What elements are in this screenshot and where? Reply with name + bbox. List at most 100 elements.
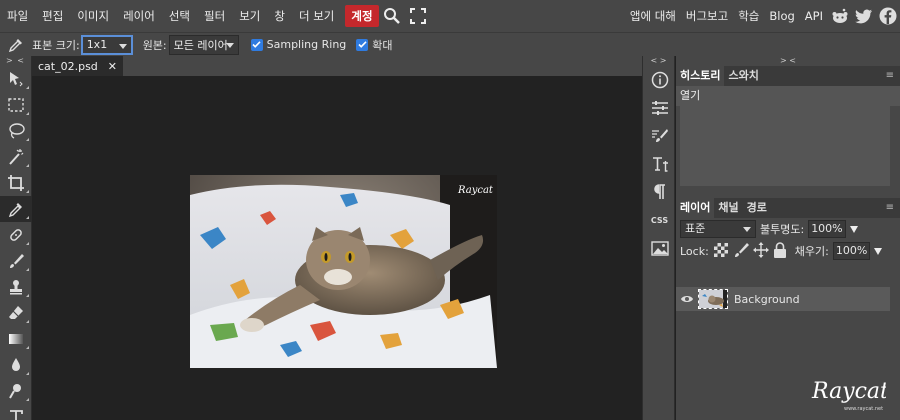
source-value: 모든 레이어 bbox=[173, 38, 228, 52]
tab-layers[interactable]: 레이어 bbox=[676, 198, 715, 218]
blend-mode-select[interactable]: 표준 bbox=[680, 220, 756, 238]
document-tab[interactable]: cat_02.psd ✕ bbox=[32, 56, 124, 76]
panel-menu-icon[interactable]: ≡ bbox=[886, 202, 894, 213]
blend-row: 표준 불투명도: 100% bbox=[676, 218, 900, 240]
history-item[interactable]: 열기 bbox=[676, 86, 900, 106]
fill-dropdown-icon[interactable] bbox=[874, 247, 883, 255]
panel-icon-column: < > CSS bbox=[642, 56, 675, 420]
layer-name: Background bbox=[734, 292, 800, 306]
options-bar: 표본 크기: 1x1 원본: 모든 레이어 Sampling Ring 확대 bbox=[0, 32, 900, 56]
marquee-tool[interactable] bbox=[0, 92, 32, 118]
watermark-sub: www.raycat.net bbox=[844, 406, 883, 412]
canvas-image[interactable]: Raycat bbox=[190, 175, 497, 368]
blog-link[interactable]: Blog bbox=[764, 0, 799, 32]
panel-divider bbox=[676, 186, 900, 198]
collapse-toggle[interactable]: > < bbox=[676, 56, 900, 66]
magic-wand-tool[interactable] bbox=[0, 144, 32, 170]
gradient-tool[interactable] bbox=[0, 326, 32, 352]
lock-all-icon[interactable] bbox=[773, 241, 787, 261]
right-panels: > < 히스토리 스와치 ≡ 열기 레이어 채널 경로 ≡ 표준 불투명도: 1… bbox=[676, 56, 900, 420]
tab-channels[interactable]: 채널 bbox=[714, 198, 742, 218]
fullscreen-icon[interactable] bbox=[405, 0, 431, 32]
dodge-tool[interactable] bbox=[0, 378, 32, 404]
brush-settings-icon[interactable] bbox=[643, 122, 676, 150]
layer-thumbnail bbox=[698, 289, 728, 309]
opacity-dropdown-icon[interactable] bbox=[849, 225, 858, 233]
watermark-text: Raycat bbox=[811, 379, 886, 404]
move-tool[interactable] bbox=[0, 66, 32, 92]
type-tool[interactable] bbox=[0, 404, 32, 420]
sample-size-select[interactable]: 1x1 bbox=[80, 34, 133, 55]
twitter-icon[interactable] bbox=[852, 0, 876, 32]
collapse-toggle[interactable]: > < bbox=[0, 56, 31, 66]
bug-report-link[interactable]: 버그보고 bbox=[681, 0, 733, 32]
close-icon[interactable]: ✕ bbox=[108, 60, 117, 73]
lock-transparency-icon[interactable] bbox=[713, 242, 729, 261]
account-button[interactable]: 계정 bbox=[345, 5, 379, 27]
css-icon[interactable]: CSS bbox=[643, 206, 676, 234]
lock-paint-icon[interactable] bbox=[733, 242, 749, 261]
search-icon[interactable] bbox=[379, 0, 405, 32]
menu-more[interactable]: 더 보기 bbox=[292, 0, 341, 32]
checkmark-icon bbox=[250, 38, 263, 51]
chevron-down-icon bbox=[225, 42, 234, 48]
chevron-down-icon bbox=[743, 227, 751, 232]
document-tabs: cat_02.psd ✕ bbox=[32, 56, 642, 76]
opacity-label: 불투명도: bbox=[760, 223, 805, 236]
menu-image[interactable]: 이미지 bbox=[70, 0, 116, 32]
eraser-tool[interactable] bbox=[0, 300, 32, 326]
api-link[interactable]: API bbox=[800, 0, 828, 32]
tab-paths[interactable]: 경로 bbox=[743, 198, 771, 218]
menu-filter[interactable]: 필터 bbox=[197, 0, 232, 32]
lasso-tool[interactable] bbox=[0, 118, 32, 144]
zoom-checkbox[interactable]: 확대 bbox=[356, 37, 393, 53]
source-select[interactable]: 모든 레이어 bbox=[168, 34, 239, 55]
menu-right: 앱에 대해 버그보고 학습 Blog API bbox=[625, 0, 900, 32]
character-icon[interactable] bbox=[643, 150, 676, 178]
menu-select[interactable]: 선택 bbox=[162, 0, 197, 32]
brush-tool[interactable] bbox=[0, 248, 32, 274]
menu-layer[interactable]: 레이어 bbox=[116, 0, 162, 32]
panel-menu-icon[interactable]: ≡ bbox=[886, 70, 894, 81]
sample-size-label: 표본 크기: bbox=[32, 38, 80, 52]
zoom-label: 확대 bbox=[372, 38, 393, 52]
healing-brush-tool[interactable] bbox=[0, 222, 32, 248]
eyedropper-tool[interactable] bbox=[0, 196, 32, 222]
lock-label: Lock: bbox=[680, 244, 709, 258]
info-icon[interactable] bbox=[643, 66, 676, 94]
adjustments-icon[interactable] bbox=[643, 94, 676, 122]
tab-history[interactable]: 히스토리 bbox=[676, 66, 725, 86]
menu-view[interactable]: 보기 bbox=[232, 0, 267, 32]
history-panel-tabs: 히스토리 스와치 ≡ bbox=[676, 66, 900, 86]
sampling-ring-label: Sampling Ring bbox=[266, 38, 347, 51]
tool-bar: > < bbox=[0, 56, 32, 420]
learn-link[interactable]: 학습 bbox=[733, 0, 764, 32]
facebook-icon[interactable] bbox=[876, 0, 900, 32]
menu-edit[interactable]: 편집 bbox=[35, 0, 70, 32]
menu-window[interactable]: 창 bbox=[267, 0, 292, 32]
eye-icon[interactable] bbox=[676, 294, 698, 304]
eyedropper-tool-icon bbox=[0, 37, 32, 53]
layer-item[interactable]: Background bbox=[676, 287, 890, 311]
sampling-ring-checkbox[interactable]: Sampling Ring bbox=[250, 38, 347, 51]
reddit-icon[interactable] bbox=[828, 0, 852, 32]
fill-label: 채우기: bbox=[794, 245, 829, 258]
paragraph-icon[interactable] bbox=[643, 178, 676, 206]
history-list: 열기 bbox=[676, 86, 900, 186]
crop-tool[interactable] bbox=[0, 170, 32, 196]
tab-swatches[interactable]: 스와치 bbox=[724, 66, 762, 86]
menu-file[interactable]: 파일 bbox=[0, 0, 35, 32]
blur-tool[interactable] bbox=[0, 352, 32, 378]
collapse-toggle[interactable]: < > bbox=[643, 56, 674, 66]
fill-input[interactable]: 100% bbox=[832, 242, 871, 260]
chevron-down-icon bbox=[118, 43, 127, 49]
image-icon[interactable] bbox=[643, 234, 676, 262]
blend-mode-value: 표준 bbox=[685, 222, 706, 235]
clone-stamp-tool[interactable] bbox=[0, 274, 32, 300]
image-signature: Raycat bbox=[457, 185, 494, 196]
watermark-logo: Raycat www.raycat.net bbox=[810, 374, 889, 414]
opacity-input[interactable]: 100% bbox=[808, 220, 846, 238]
about-link[interactable]: 앱에 대해 bbox=[625, 0, 681, 32]
lock-move-icon[interactable] bbox=[752, 241, 769, 261]
document-area: cat_02.psd ✕ Raycat bbox=[32, 56, 642, 420]
